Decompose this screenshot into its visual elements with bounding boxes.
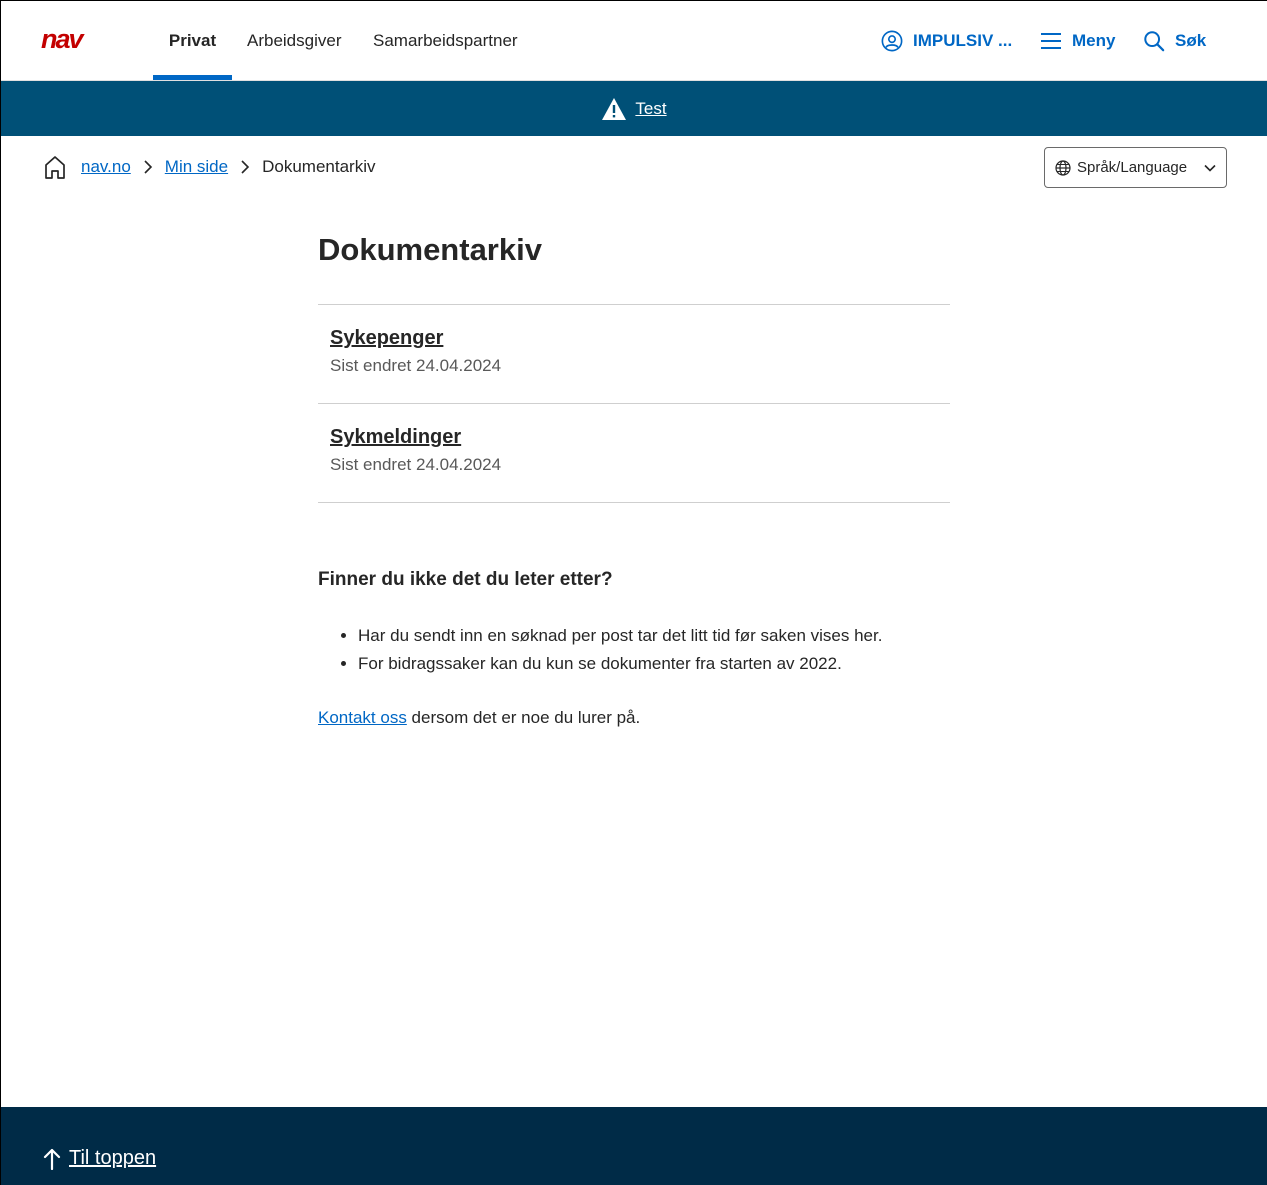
contact-link[interactable]: Kontakt oss — [318, 708, 407, 727]
menu-button-label: Meny — [1072, 31, 1116, 50]
search-icon — [1144, 31, 1165, 52]
arrow-up-icon — [43, 1148, 61, 1170]
tab-samarbeidspartner-label: Samarbeidspartner — [373, 31, 518, 50]
warning-triangle-icon — [602, 97, 627, 120]
page-title: Dokumentarkiv — [318, 232, 542, 267]
breadcrumb-nav-no[interactable]: nav.no — [81, 157, 131, 177]
search-button[interactable]: Søk — [1143, 1, 1206, 81]
active-tab-indicator — [153, 75, 232, 80]
help-heading: Finner du ikke det du leter etter? — [318, 569, 613, 590]
chevron-down-icon — [1204, 164, 1216, 172]
chevron-right-icon — [228, 160, 262, 174]
tab-privat-label: Privat — [168, 31, 217, 50]
help-list: Har du sendt inn en søknad per post tar … — [358, 624, 882, 680]
list-item: Sykmeldinger Sist endret 24.04.2024 — [318, 404, 950, 503]
back-to-top-label: Til toppen — [69, 1147, 157, 1169]
banner-link[interactable]: Test — [635, 99, 666, 119]
user-circle-icon — [881, 30, 903, 52]
chevron-right-icon — [131, 160, 165, 174]
contact-paragraph: Kontakt oss dersom det er noe du lurer p… — [318, 708, 640, 728]
svg-text:nav: nav — [41, 27, 86, 53]
language-select-label: Språk/Language — [1077, 159, 1188, 176]
back-to-top-link[interactable]: Til toppen — [43, 1147, 156, 1170]
breadcrumb: nav.no Min side Dokumentarkiv — [43, 153, 375, 181]
hamburger-icon — [1041, 33, 1061, 49]
contact-text: dersom det er noe du lurer på. — [406, 708, 641, 727]
user-button[interactable]: IMPULSIV ... — [881, 1, 1012, 81]
help-bullet: Har du sendt inn en søknad per post tar … — [358, 624, 882, 652]
site-footer: Til toppen — [1, 1107, 1267, 1185]
search-button-label: Søk — [1175, 31, 1207, 50]
document-list: Sykepenger Sist endret 24.04.2024 Sykmel… — [318, 304, 950, 503]
home-icon[interactable] — [43, 154, 67, 180]
tab-samarbeidspartner[interactable]: Samarbeidspartner — [373, 1, 518, 81]
document-date: Sist endret 24.04.2024 — [330, 356, 502, 375]
site-header: nav Privat Arbeidsgiver Samarbeidspartne… — [1, 0, 1267, 81]
menu-button[interactable]: Meny — [1040, 1, 1115, 81]
help-bullet: For bidragssaker kan du kun se dokumente… — [358, 652, 882, 680]
environment-banner: Test — [1, 81, 1267, 136]
tab-arbeidsgiver[interactable]: Arbeidsgiver — [247, 1, 342, 81]
breadcrumb-current: Dokumentarkiv — [262, 157, 376, 176]
nav-logo-icon: nav — [41, 24, 88, 54]
user-button-label: IMPULSIV ... — [913, 31, 1013, 50]
breadcrumb-min-side[interactable]: Min side — [165, 157, 228, 177]
language-select[interactable]: Språk/Language — [1044, 147, 1227, 188]
nav-logo[interactable]: nav — [41, 24, 107, 54]
document-link-sykmeldinger[interactable]: Sykmeldinger — [330, 426, 461, 449]
document-link-sykepenger[interactable]: Sykepenger — [330, 327, 443, 350]
tab-arbeidsgiver-label: Arbeidsgiver — [247, 31, 342, 50]
tab-privat[interactable]: Privat — [153, 1, 232, 81]
list-item: Sykepenger Sist endret 24.04.2024 — [318, 305, 950, 404]
globe-icon — [1055, 159, 1071, 176]
document-date: Sist endret 24.04.2024 — [330, 455, 502, 474]
